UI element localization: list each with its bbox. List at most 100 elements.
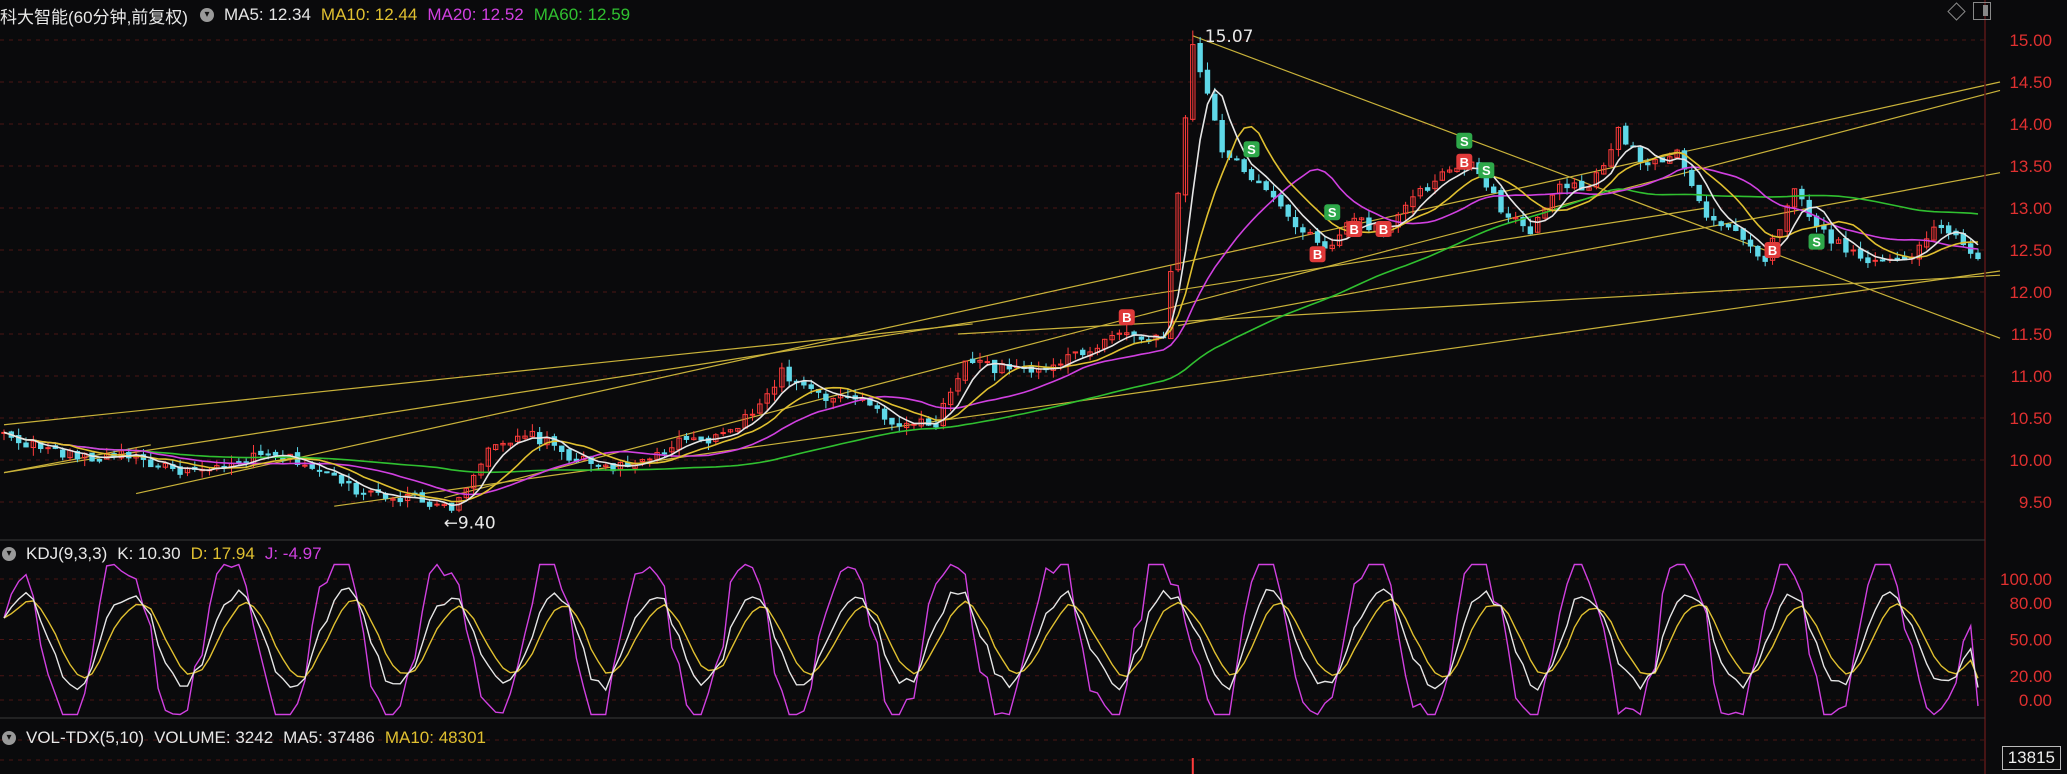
- signal-label: S: [1328, 205, 1337, 220]
- candle-body: [984, 361, 991, 364]
- kdj-tick-label: 80.00: [2009, 594, 2052, 613]
- candle-body: [1241, 159, 1247, 173]
- candle-body: [1711, 216, 1717, 221]
- candle-body: [1234, 158, 1240, 161]
- chevron-down-icon[interactable]: ▾: [199, 8, 214, 22]
- candle-body: [1850, 249, 1856, 252]
- price-tick-label: 11.00: [2011, 367, 2052, 386]
- signal-label: B: [1379, 222, 1388, 237]
- ma20-label: MA20: 12.52: [427, 5, 524, 24]
- candle-body: [1278, 194, 1284, 207]
- candle-body: [1733, 224, 1739, 231]
- candle-body: [338, 474, 345, 484]
- trendline: [334, 270, 2001, 507]
- kdj-d-label: D: 17.94: [190, 544, 255, 563]
- candle-body: [426, 501, 433, 507]
- candle-body: [324, 471, 330, 474]
- candle-body: [316, 469, 323, 472]
- candle-body: [1725, 223, 1732, 228]
- candle-body: [874, 405, 880, 409]
- price-annotation: 15.07: [1205, 27, 1254, 47]
- y-axis-ticks: 15.00 14.50 14.00 13.50 13.00 12.50 12.00 11.50…: [2000, 31, 2052, 710]
- candle-body: [1645, 162, 1651, 166]
- candle-body: [1843, 238, 1849, 253]
- candle-body: [1424, 187, 1431, 191]
- vol-header: ▾ VOL-TDX(5,10) VOLUME: 3242 MA5: 37486 …: [0, 725, 486, 751]
- candle-body: [331, 472, 337, 476]
- kdj-title: KDJ(9,3,3): [26, 544, 108, 563]
- candle-body: [1938, 224, 1945, 229]
- candle-body: [1718, 221, 1724, 227]
- candle-body: [896, 423, 902, 427]
- candle-body: [881, 408, 888, 420]
- chevron-down-icon[interactable]: ▾: [2, 731, 16, 745]
- candle-body: [991, 359, 998, 374]
- candle-body: [1879, 259, 1886, 262]
- candlesticks: [1, 30, 1981, 513]
- candle-body: [566, 449, 572, 461]
- candle-body: [698, 436, 704, 441]
- diamond-icon[interactable]: [1947, 1, 1966, 21]
- price-tick-label: 10.50: [2009, 409, 2052, 428]
- candle-body: [272, 451, 279, 456]
- candle-body: [265, 453, 271, 456]
- signal-label: B: [1122, 310, 1131, 325]
- trendline: [135, 81, 2001, 495]
- ma10-label: MA10: 12.44: [320, 5, 418, 24]
- candle-body: [801, 381, 807, 386]
- candle-body: [1828, 229, 1834, 244]
- candle-body: [309, 463, 315, 469]
- candle-body: [1865, 257, 1871, 264]
- candle-body: [1755, 245, 1761, 257]
- candle-body: [1696, 184, 1702, 202]
- candle-body: [595, 464, 602, 467]
- vol-ma10-label: MA10: 48301: [384, 728, 486, 747]
- candle-body: [1270, 190, 1277, 198]
- candle-body: [1256, 180, 1262, 184]
- candle-body: [1300, 227, 1306, 233]
- candle-body: [1623, 125, 1629, 145]
- candle-body: [302, 464, 308, 467]
- price-title: 科大智能(60分钟,前复权): [0, 7, 188, 27]
- candle-body: [683, 435, 690, 440]
- candle-body: [148, 459, 154, 468]
- kdj-tick-label: 0.00: [2019, 691, 2052, 710]
- candle-body: [1689, 169, 1695, 186]
- candle-body: [360, 492, 367, 495]
- price-annotation: ←9.40: [444, 513, 496, 533]
- candle-body: [1285, 204, 1291, 217]
- candle-body: [1314, 231, 1321, 243]
- volume-value-box: 13815: [2001, 746, 2061, 770]
- candle-body: [911, 423, 917, 426]
- price-tick-label: 13.50: [2009, 157, 2052, 176]
- signal-label: S: [1460, 134, 1469, 149]
- kdj-tick-label: 50.00: [2009, 631, 2052, 650]
- candle-body: [1975, 252, 1981, 260]
- candle-body: [346, 480, 352, 484]
- vol-ma5-label: MA5: 37486: [283, 728, 375, 747]
- chevron-down-icon[interactable]: ▾: [2, 547, 16, 561]
- candle-body: [96, 458, 103, 462]
- price-tick-label: 11.50: [2011, 325, 2052, 344]
- candle-body: [23, 442, 29, 448]
- candle-body: [1637, 147, 1644, 163]
- candle-body: [60, 449, 66, 458]
- candle-body: [258, 450, 264, 456]
- vol-volume-label: VOLUME: 3242: [154, 728, 274, 747]
- price-header: 科大智能(60分钟,前复权) ▾ MA5: 12.34 MA10: 12.44 …: [0, 2, 630, 28]
- candle-body: [808, 384, 814, 389]
- candle-body: [1058, 363, 1064, 366]
- price-tick-label: 9.50: [2019, 493, 2052, 512]
- candle-body: [1263, 181, 1269, 191]
- signal-label: B: [1313, 247, 1322, 262]
- stock-chart[interactable]: BSBSB BSBSBS 15.07←9.40 15.0014.5014.0013…: [0, 0, 2067, 774]
- candle-body: [1872, 259, 1878, 262]
- candle-body: [1219, 120, 1225, 153]
- candle-body: [434, 503, 440, 506]
- candle-body: [155, 465, 161, 468]
- signal-label: B: [1460, 155, 1469, 170]
- candle-body: [559, 445, 565, 453]
- candle-body: [1527, 226, 1534, 235]
- price-tick-label: 13.00: [2009, 199, 2052, 218]
- panel-toggle-icon[interactable]: [1973, 2, 1991, 20]
